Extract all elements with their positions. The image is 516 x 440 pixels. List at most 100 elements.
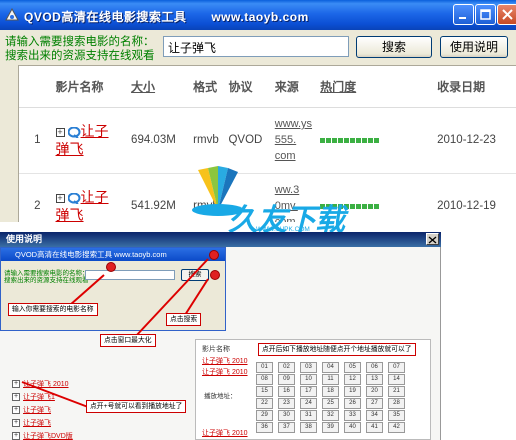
size-cell: 541.92M — [131, 173, 194, 222]
col-source: 来源 — [274, 66, 321, 108]
expand-icon[interactable]: + — [55, 194, 65, 204]
film-cell: + 让子 弹飞 — [55, 107, 132, 174]
film-link[interactable]: 让子 — [81, 189, 109, 205]
film-link[interactable]: 让子 — [81, 123, 109, 139]
source-link[interactable]: www.ys — [275, 116, 320, 132]
expand-icon[interactable]: + — [55, 128, 65, 138]
episode-button: 06 — [366, 362, 383, 373]
episode-button: 08 — [256, 374, 273, 385]
expand-icon: + — [12, 380, 20, 389]
episode-button: 21 — [388, 386, 405, 397]
col-heat[interactable]: 热门度 — [320, 66, 438, 108]
heat-segment — [374, 138, 380, 143]
tree-item: + 让子弹飞 — [12, 405, 73, 418]
episode-button: 34 — [366, 410, 383, 421]
help-button[interactable]: 使用说明 — [440, 36, 508, 58]
callout-click-search: 点击搜索 — [166, 313, 202, 326]
tree-item: + 让子弹飞 2010 — [12, 379, 73, 392]
prompt-line-2: 搜索出来的资源支持在线观看 — [5, 50, 155, 62]
episode-button: 32 — [322, 410, 339, 421]
heat-bar — [320, 134, 380, 146]
heat-segment — [326, 138, 332, 143]
heat-segment — [356, 204, 362, 209]
episode-button: 12 — [344, 374, 361, 385]
callout-expand-tip: 点开+号就可以看到播放地址了 — [86, 400, 187, 413]
result-tree: + 让子弹飞 2010 + 让子弹飞1 + 让子弹飞 + 让子弹飞 + 让子弹飞DVD版 — [12, 379, 73, 440]
col-date: 收录日期 — [437, 66, 516, 108]
episode-button: 14 — [388, 374, 405, 385]
episode-button: 42 — [388, 422, 405, 433]
minimize-button[interactable] — [453, 4, 474, 25]
callout-input-name: 输入你需要搜索的电影名称 — [8, 303, 98, 316]
episode-button: 22 — [256, 398, 273, 409]
size-cell: 694.03M — [131, 107, 194, 174]
maximize-button[interactable] — [475, 4, 496, 25]
help-window: 使用说明 QVOD高清在线电影搜索工具 www.taoyb.com 请输入需要搜… — [0, 232, 516, 440]
tree-item-label: 让子弹飞 — [23, 407, 51, 414]
window-title: QVOD高清在线电影搜索工具 www.taoyb.com — [24, 10, 309, 24]
tree-item: + 让子弹飞DVD版 — [12, 431, 73, 440]
episode-button: 01 — [256, 362, 273, 373]
prompt-line-1: 请输入需要搜索电影的名称： — [5, 36, 155, 48]
minimize-icon — [459, 17, 466, 19]
film-cell: + 让子 弹飞 — [55, 173, 132, 222]
film-link-cont[interactable]: 弹飞 — [56, 141, 84, 157]
maximize-icon — [480, 9, 491, 20]
panel-footer-row: 让子弹飞 2010 — [202, 430, 248, 437]
watermark-logo: 久友下载 WWW.9UPK.COM — [188, 160, 345, 240]
search-input[interactable]: 让子弹飞 — [163, 36, 349, 57]
episode-button: 17 — [300, 386, 317, 397]
source-link[interactable]: 555. — [275, 132, 320, 148]
col-protocol: 协议 — [228, 66, 275, 108]
episode-button: 33 — [344, 410, 361, 421]
episode-button: 18 — [322, 386, 339, 397]
heat-segment — [350, 138, 356, 143]
episode-button: 36 — [256, 422, 273, 433]
expand-icon: + — [12, 406, 20, 415]
close-icon — [502, 9, 513, 20]
episode-button: 41 — [366, 422, 383, 433]
heat-segment — [368, 204, 374, 209]
episode-button: 13 — [366, 374, 383, 385]
row-index: 2 — [19, 173, 56, 222]
results-header-row: 影片名称 大小 格式 协议 来源 热门度 收录日期 — [19, 66, 516, 108]
tree-item-label: 让子弹飞1 — [23, 394, 55, 401]
episode-button: 39 — [322, 422, 339, 433]
close-icon — [428, 236, 437, 244]
episode-button: 20 — [366, 386, 383, 397]
episode-button: 26 — [344, 398, 361, 409]
search-button[interactable]: 搜索 — [356, 36, 432, 58]
heat-segment — [338, 138, 344, 143]
expand-icon: + — [12, 419, 20, 428]
episode-button: 29 — [256, 410, 273, 421]
col-format: 格式 — [193, 66, 229, 108]
film-link-cont[interactable]: 弹飞 — [56, 207, 84, 222]
episode-button: 31 — [300, 410, 317, 421]
help-close-button[interactable] — [426, 233, 439, 245]
panel-film-row: 让子弹飞 2010 — [202, 358, 248, 365]
help-title: 使用说明 — [0, 232, 441, 247]
episode-button: 25 — [322, 398, 339, 409]
app-icon — [5, 7, 19, 21]
heat-segment — [344, 204, 350, 209]
help-body: QVOD高清在线电影搜索工具 www.taoyb.com 请输入需要搜索电影的名… — [0, 247, 441, 440]
heat-segment — [356, 138, 362, 143]
tree-item-label: 让子弹飞 — [23, 420, 51, 427]
episode-button: 07 — [388, 362, 405, 373]
tree-item: + 让子弹飞1 — [12, 392, 73, 405]
heat-segment — [362, 138, 368, 143]
episode-button: 10 — [300, 374, 317, 385]
tree-item-label: 让子弹飞 2010 — [23, 381, 69, 388]
title-bar[interactable]: QVOD高清在线电影搜索工具 www.taoyb.com — [0, 0, 516, 30]
date-cell: 2010-12-19 — [437, 173, 516, 222]
episode-button: 11 — [322, 374, 339, 385]
col-size[interactable]: 大小 — [131, 66, 194, 108]
qvod-icon — [67, 192, 81, 206]
search-prompt: 请输入需要搜索电影的名称： 搜索出来的资源支持在线观看 — [5, 35, 155, 63]
heat-segment — [368, 138, 374, 143]
qvod-icon — [67, 126, 81, 140]
episode-button: 23 — [278, 398, 295, 409]
panel-header: 影片名称 — [202, 346, 230, 353]
close-button[interactable] — [497, 4, 516, 25]
play-address-label: 播放地址： — [204, 393, 237, 400]
